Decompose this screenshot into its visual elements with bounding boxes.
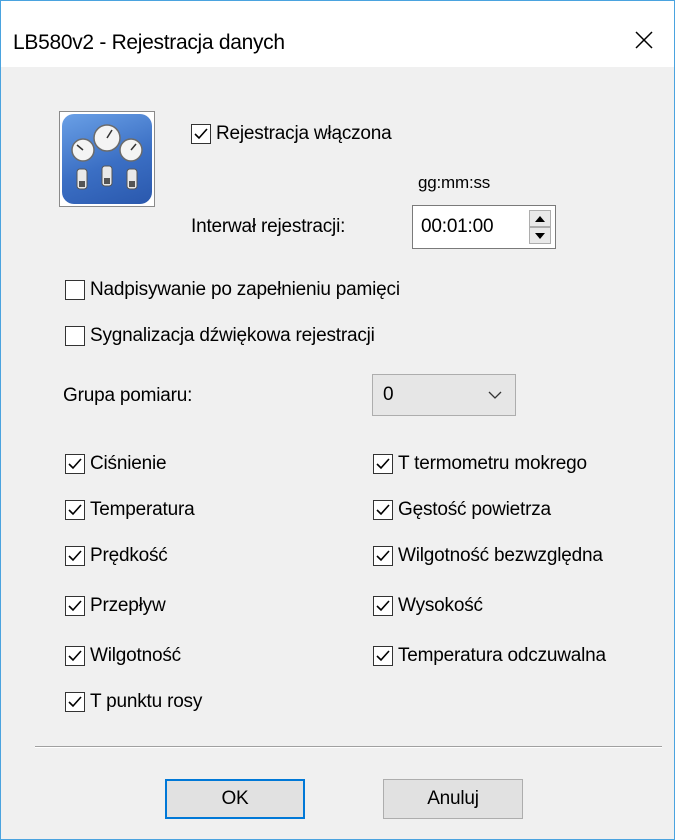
triangle-down-icon xyxy=(535,232,545,239)
checkbox-box xyxy=(65,500,85,520)
separator xyxy=(35,746,662,748)
close-icon xyxy=(635,31,653,49)
interval-input[interactable] xyxy=(413,206,531,248)
window-title: LB580v2 - Rejestracja danych xyxy=(13,31,285,54)
checkmark-icon xyxy=(376,600,390,612)
checkmark-icon xyxy=(68,600,82,612)
dialog-body: Rejestracja włączona gg:mm:ss Interwał r… xyxy=(1,67,674,839)
time-format-hint: gg:mm:ss xyxy=(418,173,491,192)
checkmark-icon xyxy=(68,504,82,516)
measure-flow-label: Przepływ xyxy=(90,595,166,616)
title-bar[interactable]: LB580v2 - Rejestracja danych xyxy=(1,1,674,67)
measure-dewpoint-checkbox[interactable]: T punktu rosy xyxy=(65,691,202,713)
measure-air-density-label: Gęstość powietrza xyxy=(398,499,551,520)
measure-feels-like-label: Temperatura odczuwalna xyxy=(398,645,606,666)
measure-humidity-checkbox[interactable]: Wilgotność xyxy=(65,645,181,667)
checkmark-icon xyxy=(376,504,390,516)
interval-spinbox[interactable] xyxy=(412,205,556,249)
checkbox-box xyxy=(65,596,85,616)
checkmark-icon xyxy=(376,550,390,562)
dialog-window: LB580v2 - Rejestracja danych Rejestracja… xyxy=(0,0,675,840)
measure-speed-label: Prędkość xyxy=(90,545,168,566)
sound-label: Sygnalizacja dźwiękowa rejestracji xyxy=(90,325,375,346)
group-value: 0 xyxy=(383,384,394,405)
checkbox-box xyxy=(191,124,211,144)
measure-temperature-label: Temperatura xyxy=(90,499,195,520)
checkmark-icon xyxy=(194,128,208,140)
triangle-up-icon xyxy=(535,215,545,222)
checkbox-box xyxy=(373,546,393,566)
measure-humidity-label: Wilgotność xyxy=(90,645,181,666)
measure-dewpoint-label: T punktu rosy xyxy=(90,691,203,712)
logging-enabled-checkbox[interactable]: Rejestracja włączona xyxy=(191,123,392,145)
measure-flow-checkbox[interactable]: Przepływ xyxy=(65,595,166,617)
checkmark-icon xyxy=(68,696,82,708)
overwrite-label: Nadpisywanie po zapełnieniu pamięci xyxy=(90,279,400,300)
measure-pressure-checkbox[interactable]: Ciśnienie xyxy=(65,453,167,475)
measure-temperature-checkbox[interactable]: Temperatura xyxy=(65,499,195,521)
measure-abs-humidity-label: Wilgotność bezwzględna xyxy=(398,545,603,566)
checkmark-icon xyxy=(376,650,390,662)
group-combobox[interactable]: 0 xyxy=(372,374,516,416)
measure-wetbulb-checkbox[interactable]: T termometru mokrego xyxy=(373,453,587,475)
gauges-icon xyxy=(59,111,155,207)
group-label: Grupa pomiaru: xyxy=(63,385,193,406)
checkbox-box xyxy=(65,546,85,566)
close-button[interactable] xyxy=(614,1,674,67)
measure-wetbulb-label: T termometru mokrego xyxy=(398,453,587,474)
checkbox-box xyxy=(373,646,393,666)
checkmark-icon xyxy=(68,650,82,662)
measure-speed-checkbox[interactable]: Prędkość xyxy=(65,545,168,567)
ok-button[interactable]: OK xyxy=(165,779,305,819)
checkbox-box xyxy=(65,692,85,712)
sound-checkbox[interactable]: Sygnalizacja dźwiękowa rejestracji xyxy=(65,325,375,347)
interval-label: Interwał rejestracji: xyxy=(191,216,346,237)
measure-feels-like-checkbox[interactable]: Temperatura odczuwalna xyxy=(373,645,606,667)
checkbox-box xyxy=(373,596,393,616)
measure-abs-humidity-checkbox[interactable]: Wilgotność bezwzględna xyxy=(373,545,603,567)
overwrite-checkbox[interactable]: Nadpisywanie po zapełnieniu pamięci xyxy=(65,279,400,301)
cancel-button[interactable]: Anuluj xyxy=(383,779,523,819)
checkmark-icon xyxy=(68,550,82,562)
interval-up-button[interactable] xyxy=(529,210,551,227)
checkbox-box xyxy=(373,500,393,520)
measure-altitude-checkbox[interactable]: Wysokość xyxy=(373,595,483,617)
measure-air-density-checkbox[interactable]: Gęstość powietrza xyxy=(373,499,551,521)
checkmark-icon xyxy=(68,458,82,470)
checkbox-box xyxy=(65,326,85,346)
checkbox-box xyxy=(65,454,85,474)
checkbox-box xyxy=(373,454,393,474)
interval-down-button[interactable] xyxy=(529,227,551,244)
measure-pressure-label: Ciśnienie xyxy=(90,453,167,474)
checkbox-box xyxy=(65,280,85,300)
checkmark-icon xyxy=(376,458,390,470)
measure-altitude-label: Wysokość xyxy=(398,595,483,616)
chevron-down-icon xyxy=(488,391,502,399)
checkbox-box xyxy=(65,646,85,666)
logging-enabled-label: Rejestracja włączona xyxy=(216,123,392,144)
